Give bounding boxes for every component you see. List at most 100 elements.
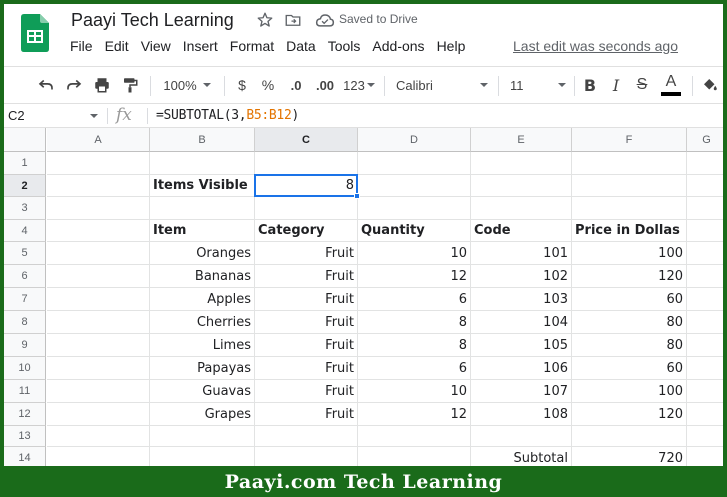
- row-header-10[interactable]: 10: [4, 357, 46, 380]
- cell-a3[interactable]: [47, 197, 150, 220]
- column-header-d[interactable]: D: [358, 128, 471, 152]
- cell-b9[interactable]: Limes: [150, 334, 255, 357]
- move-to-folder-icon[interactable]: [284, 11, 302, 29]
- cell-f1[interactable]: [572, 152, 687, 175]
- menu-insert[interactable]: Insert: [177, 38, 224, 54]
- cell-a4[interactable]: [47, 220, 150, 242]
- cell-d11[interactable]: 10: [358, 380, 471, 403]
- cell-e9[interactable]: 105: [471, 334, 572, 357]
- cell-a6[interactable]: [47, 265, 150, 288]
- menu-file[interactable]: File: [64, 38, 99, 54]
- cell-g2[interactable]: [687, 175, 723, 197]
- cell-e1[interactable]: [471, 152, 572, 175]
- cell-d4[interactable]: Quantity: [358, 220, 471, 242]
- cell-f6[interactable]: 120: [572, 265, 687, 288]
- column-header-b[interactable]: B: [150, 128, 255, 152]
- cell-f5[interactable]: 100: [572, 242, 687, 265]
- cell-d9[interactable]: 8: [358, 334, 471, 357]
- cell-d14[interactable]: [358, 447, 471, 466]
- currency-format-button[interactable]: $: [230, 67, 254, 103]
- cell-d2[interactable]: [358, 175, 471, 197]
- cell-f14[interactable]: 720: [572, 447, 687, 466]
- cell-b5[interactable]: Oranges: [150, 242, 255, 265]
- cell-a9[interactable]: [47, 334, 150, 357]
- percent-format-button[interactable]: %: [256, 67, 280, 103]
- row-header-5[interactable]: 5: [4, 242, 46, 265]
- cell-a8[interactable]: [47, 311, 150, 334]
- cell-g1[interactable]: [687, 152, 723, 175]
- cell-g10[interactable]: [687, 357, 723, 380]
- cell-g4[interactable]: [687, 220, 723, 242]
- column-header-a[interactable]: A: [47, 128, 150, 152]
- cell-e7[interactable]: 103: [471, 288, 572, 311]
- row-header-13[interactable]: 13: [4, 426, 46, 447]
- cell-f10[interactable]: 60: [572, 357, 687, 380]
- cell-a10[interactable]: [47, 357, 150, 380]
- cell-a12[interactable]: [47, 403, 150, 426]
- cell-a5[interactable]: [47, 242, 150, 265]
- cloud-saved-icon[interactable]: [315, 12, 335, 28]
- cell-b2[interactable]: Items Visible: [150, 175, 255, 197]
- cell-c7[interactable]: Fruit: [255, 288, 358, 311]
- cell-c3[interactable]: [255, 197, 358, 220]
- cell-g5[interactable]: [687, 242, 723, 265]
- column-header-e[interactable]: E: [471, 128, 572, 152]
- cell-g3[interactable]: [687, 197, 723, 220]
- cell-b14[interactable]: [150, 447, 255, 466]
- cell-e11[interactable]: 107: [471, 380, 572, 403]
- italic-button[interactable]: I: [604, 67, 628, 103]
- cell-g8[interactable]: [687, 311, 723, 334]
- menu-help[interactable]: Help: [431, 38, 472, 54]
- row-header-12[interactable]: 12: [4, 403, 46, 426]
- star-icon[interactable]: [256, 11, 274, 29]
- last-edit-link[interactable]: Last edit was seconds ago: [513, 38, 678, 54]
- row-header-2[interactable]: 2: [4, 175, 46, 197]
- cell-c5[interactable]: Fruit: [255, 242, 358, 265]
- cell-c12[interactable]: Fruit: [255, 403, 358, 426]
- cell-g14[interactable]: [687, 447, 723, 466]
- cell-b7[interactable]: Apples: [150, 288, 255, 311]
- cell-e14[interactable]: Subtotal: [471, 447, 572, 466]
- row-header-14[interactable]: 14: [4, 447, 46, 466]
- cell-b12[interactable]: Grapes: [150, 403, 255, 426]
- cell-d3[interactable]: [358, 197, 471, 220]
- fill-handle[interactable]: [354, 193, 360, 199]
- name-box[interactable]: C2: [4, 104, 104, 128]
- menu-data[interactable]: Data: [280, 38, 322, 54]
- cell-a7[interactable]: [47, 288, 150, 311]
- zoom-select[interactable]: 100%: [156, 67, 218, 103]
- cell-f4[interactable]: Price in Dollas: [572, 220, 687, 242]
- column-header-f[interactable]: F: [572, 128, 687, 152]
- cell-e2[interactable]: [471, 175, 572, 197]
- cell-b4[interactable]: Item: [150, 220, 255, 242]
- column-header-c[interactable]: C: [255, 128, 358, 152]
- row-header-6[interactable]: 6: [4, 265, 46, 288]
- cell-a1[interactable]: [47, 152, 150, 175]
- cell-b11[interactable]: Guavas: [150, 380, 255, 403]
- menu-edit[interactable]: Edit: [99, 38, 135, 54]
- cell-d5[interactable]: 10: [358, 242, 471, 265]
- row-header-9[interactable]: 9: [4, 334, 46, 357]
- cell-a14[interactable]: [47, 447, 150, 466]
- cell-g11[interactable]: [687, 380, 723, 403]
- cell-f8[interactable]: 80: [572, 311, 687, 334]
- cell-b13[interactable]: [150, 426, 255, 447]
- cell-b1[interactable]: [150, 152, 255, 175]
- cell-f7[interactable]: 60: [572, 288, 687, 311]
- cell-c8[interactable]: Fruit: [255, 311, 358, 334]
- cell-d13[interactable]: [358, 426, 471, 447]
- cell-f3[interactable]: [572, 197, 687, 220]
- cell-b8[interactable]: Cherries: [150, 311, 255, 334]
- cell-c2[interactable]: 8: [255, 175, 358, 197]
- paint-format-button[interactable]: [116, 67, 144, 103]
- cell-b10[interactable]: Papayas: [150, 357, 255, 380]
- cell-g9[interactable]: [687, 334, 723, 357]
- cell-f11[interactable]: 100: [572, 380, 687, 403]
- cell-c14[interactable]: [255, 447, 358, 466]
- cell-c10[interactable]: Fruit: [255, 357, 358, 380]
- cell-c11[interactable]: Fruit: [255, 380, 358, 403]
- cell-e6[interactable]: 102: [471, 265, 572, 288]
- cell-d12[interactable]: 12: [358, 403, 471, 426]
- menu-add-ons[interactable]: Add-ons: [366, 38, 430, 54]
- redo-button[interactable]: [60, 67, 88, 103]
